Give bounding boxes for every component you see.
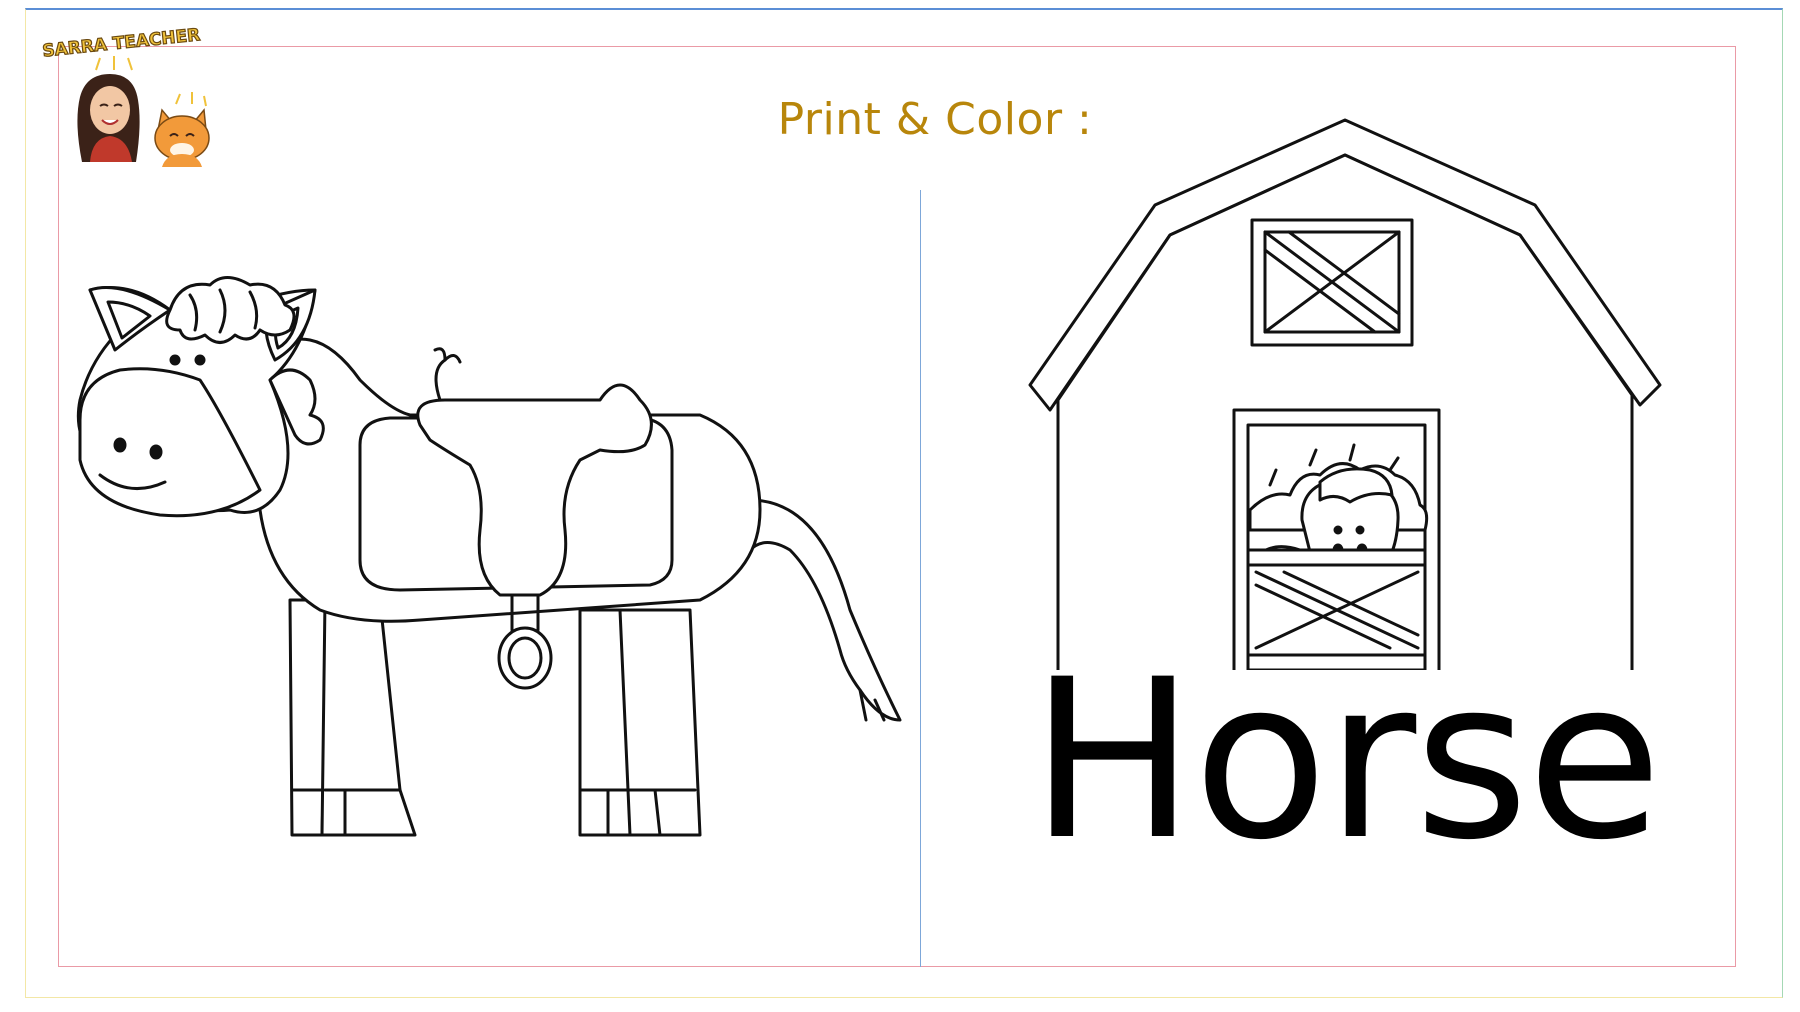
barn-coloring-illustration — [1028, 118, 1662, 670]
girl-avatar-icon — [77, 74, 140, 162]
horse-coloring-illustration — [76, 276, 902, 837]
column-divider — [920, 190, 921, 967]
vocabulary-word: Horse — [1029, 632, 1662, 888]
teacher-logo: SARRA TEACHER — [41, 25, 210, 167]
cat-icon — [154, 108, 210, 167]
logo-text: SARRA TEACHER — [42, 25, 202, 61]
